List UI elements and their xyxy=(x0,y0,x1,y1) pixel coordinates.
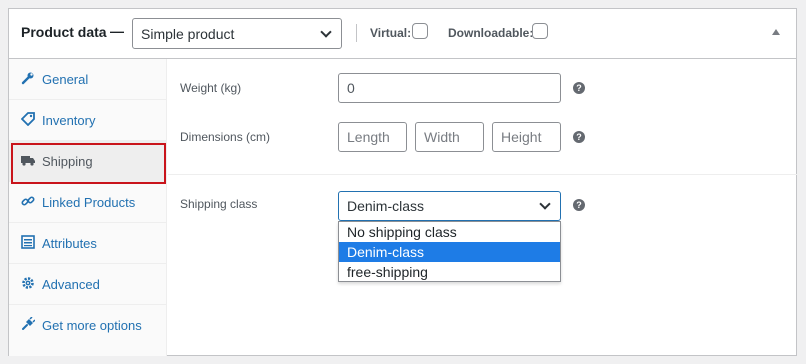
chevron-down-icon xyxy=(539,198,551,210)
tab-advanced[interactable]: Advanced xyxy=(9,264,167,305)
shipping-class-label: Shipping class xyxy=(180,197,258,211)
length-input[interactable]: Length xyxy=(338,122,407,152)
header-separator xyxy=(356,24,357,42)
dropdown-option[interactable]: No shipping class xyxy=(339,222,560,242)
dimensions-label: Dimensions (cm) xyxy=(180,130,271,144)
dropdown-option-selected[interactable]: Denim-class xyxy=(339,242,560,262)
help-icon[interactable]: ? xyxy=(573,82,585,94)
list-icon xyxy=(21,235,35,249)
panel-header: Product data — Simple product Virtual: D… xyxy=(9,9,796,59)
height-input[interactable]: Height xyxy=(492,122,561,152)
weight-input[interactable]: 0 xyxy=(338,73,561,103)
product-type-value: Simple product xyxy=(141,26,235,42)
chevron-down-icon xyxy=(320,26,332,38)
tab-attributes[interactable]: Attributes xyxy=(9,223,167,264)
product-data-tabs: General Inventory Shipping Linked Produc… xyxy=(9,59,167,356)
width-input[interactable]: Width xyxy=(415,122,484,152)
gear-icon xyxy=(22,277,34,289)
product-data-panel: Product data — Simple product Virtual: D… xyxy=(8,8,797,356)
dropdown-option[interactable]: free-shipping xyxy=(339,262,560,282)
shipping-tab-highlight xyxy=(11,143,166,184)
plugin-icon xyxy=(22,317,35,330)
tab-inventory[interactable]: Inventory xyxy=(9,100,167,141)
wrench-icon xyxy=(21,72,34,85)
tab-label: Attributes xyxy=(42,236,97,251)
tab-label: Get more options xyxy=(42,318,142,333)
shipping-class-value: Denim-class xyxy=(347,198,425,214)
downloadable-checkbox[interactable] xyxy=(532,23,548,39)
tab-label: General xyxy=(42,72,89,87)
tab-label: Linked Products xyxy=(42,195,136,210)
shipping-class-select[interactable]: Denim-class xyxy=(338,191,561,221)
product-type-select[interactable]: Simple product xyxy=(132,18,342,49)
virtual-checkbox[interactable] xyxy=(412,23,428,39)
collapse-arrow-icon[interactable] xyxy=(772,29,780,35)
downloadable-label: Downloadable: xyxy=(448,26,534,40)
tab-linked-products[interactable]: Linked Products xyxy=(9,182,167,223)
tab-general[interactable]: General xyxy=(9,59,167,100)
shipping-panel: Weight (kg) 0 ? Dimensions (cm) Length W… xyxy=(168,59,797,356)
tab-get-more-options[interactable]: Get more options xyxy=(9,305,167,346)
tab-label: Advanced xyxy=(42,277,100,292)
shipping-class-dropdown: No shipping class Denim-class free-shipp… xyxy=(338,221,561,282)
panel-title: Product data xyxy=(21,24,107,40)
weight-label: Weight (kg) xyxy=(180,81,242,95)
section-divider xyxy=(168,174,797,175)
title-dash: — xyxy=(110,23,124,39)
help-icon[interactable]: ? xyxy=(573,199,585,211)
help-icon[interactable]: ? xyxy=(573,131,585,143)
virtual-label: Virtual: xyxy=(370,26,412,40)
tag-icon xyxy=(21,112,35,126)
link-icon xyxy=(21,196,35,206)
tab-label: Inventory xyxy=(42,113,96,128)
